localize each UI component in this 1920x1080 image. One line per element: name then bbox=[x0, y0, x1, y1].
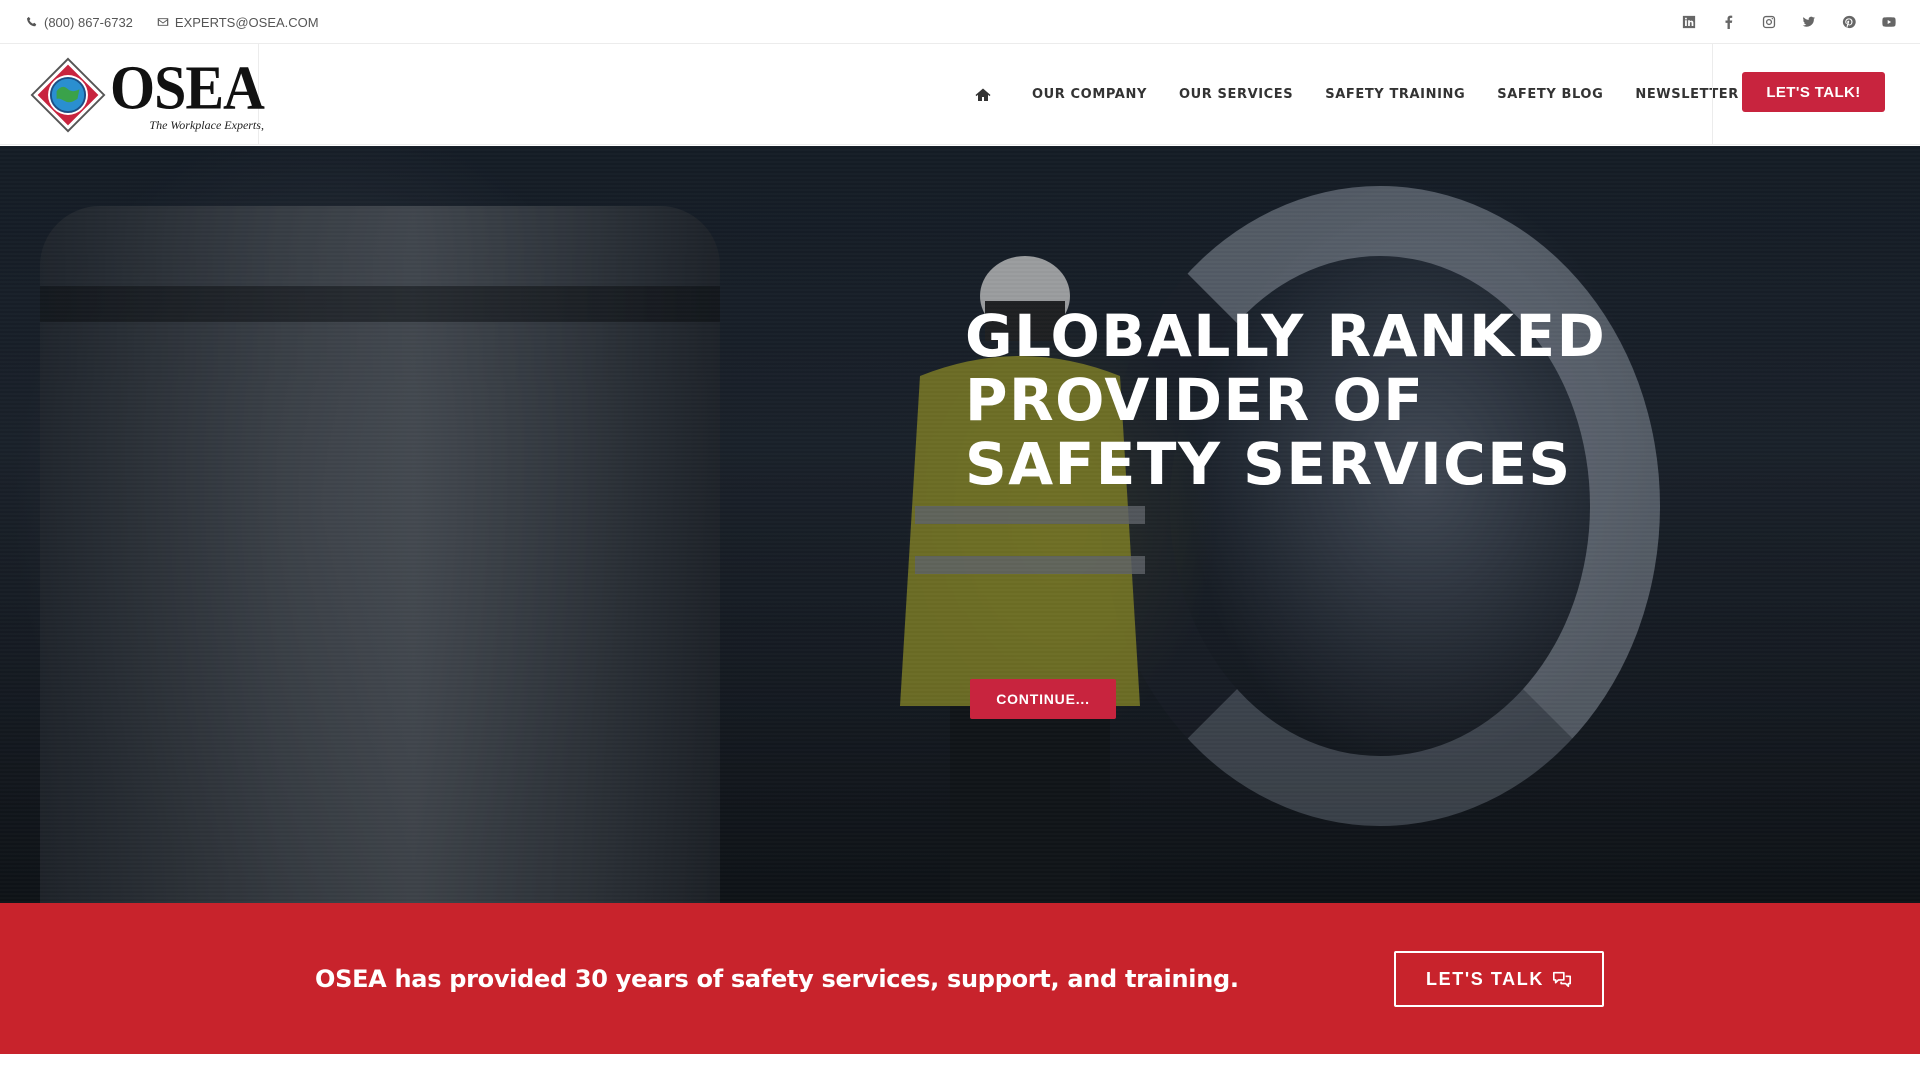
hero-title: GLOBALLY RANKED PROVIDER OF SAFETY SERVI… bbox=[965, 304, 1665, 496]
logo-emblem-icon bbox=[30, 57, 106, 132]
nav-newsletter[interactable]: NEWSLETTER bbox=[1635, 87, 1739, 102]
lets-talk-banner-button[interactable]: LET'S TALK bbox=[1394, 951, 1604, 1007]
top-utility-bar: (800) 867-6732 EXPERTS@OSEA.COM bbox=[0, 0, 1920, 44]
chat-bubbles-icon bbox=[1552, 971, 1571, 988]
envelope-icon bbox=[157, 18, 169, 26]
contact-info: (800) 867-6732 EXPERTS@OSEA.COM bbox=[26, 0, 319, 44]
nav-divider bbox=[1712, 44, 1713, 145]
promo-banner: OSEA has provided 30 years of safety ser… bbox=[0, 903, 1920, 1054]
email-address: EXPERTS@OSEA.COM bbox=[174, 14, 319, 30]
nav-home[interactable] bbox=[960, 87, 1006, 103]
site-header: OSEA The Workplace Experts, OUR COMPANY … bbox=[0, 44, 1920, 145]
nav-our-services[interactable]: OUR SERVICES bbox=[1179, 87, 1293, 102]
social-links bbox=[1680, 0, 1898, 44]
youtube-icon[interactable] bbox=[1880, 13, 1898, 31]
phone-link[interactable]: (800) 867-6732 bbox=[26, 15, 133, 30]
hero-title-line-3: SAFETY SERVICES bbox=[965, 430, 1572, 498]
nav-safety-blog[interactable]: SAFETY BLOG bbox=[1497, 87, 1603, 102]
continue-button[interactable]: CONTINUE... bbox=[970, 679, 1116, 719]
phone-number: (800) 867-6732 bbox=[44, 14, 133, 30]
hero-title-line-2: PROVIDER OF bbox=[965, 366, 1425, 434]
instagram-icon[interactable] bbox=[1760, 13, 1778, 31]
site-logo[interactable]: OSEA The Workplace Experts, bbox=[30, 51, 265, 133]
email-link[interactable]: EXPERTS@OSEA.COM bbox=[157, 15, 319, 30]
nav-safety-training[interactable]: SAFETY TRAINING bbox=[1325, 87, 1465, 102]
logo-area: OSEA The Workplace Experts, bbox=[0, 44, 265, 145]
main-navigation: OUR COMPANY OUR SERVICES SAFETY TRAINING… bbox=[960, 44, 1755, 145]
pinterest-icon[interactable] bbox=[1840, 13, 1858, 31]
hero-title-line-1: GLOBALLY RANKED bbox=[965, 302, 1607, 370]
hero-texture bbox=[0, 146, 1920, 903]
linkedin-icon[interactable] bbox=[1680, 13, 1698, 31]
lets-talk-header-button[interactable]: LET'S TALK! bbox=[1742, 72, 1885, 112]
twitter-icon[interactable] bbox=[1800, 13, 1818, 31]
nav-our-company[interactable]: OUR COMPANY bbox=[1032, 87, 1147, 102]
hero-section: GLOBALLY RANKED PROVIDER OF SAFETY SERVI… bbox=[0, 146, 1920, 903]
home-icon bbox=[975, 88, 991, 101]
facebook-icon[interactable] bbox=[1720, 13, 1738, 31]
banner-message: OSEA has provided 30 years of safety ser… bbox=[315, 964, 1239, 993]
logo-wordmark: OSEA bbox=[110, 51, 265, 123]
lets-talk-banner-label: LET'S TALK bbox=[1426, 968, 1544, 989]
phone-icon bbox=[26, 16, 37, 27]
